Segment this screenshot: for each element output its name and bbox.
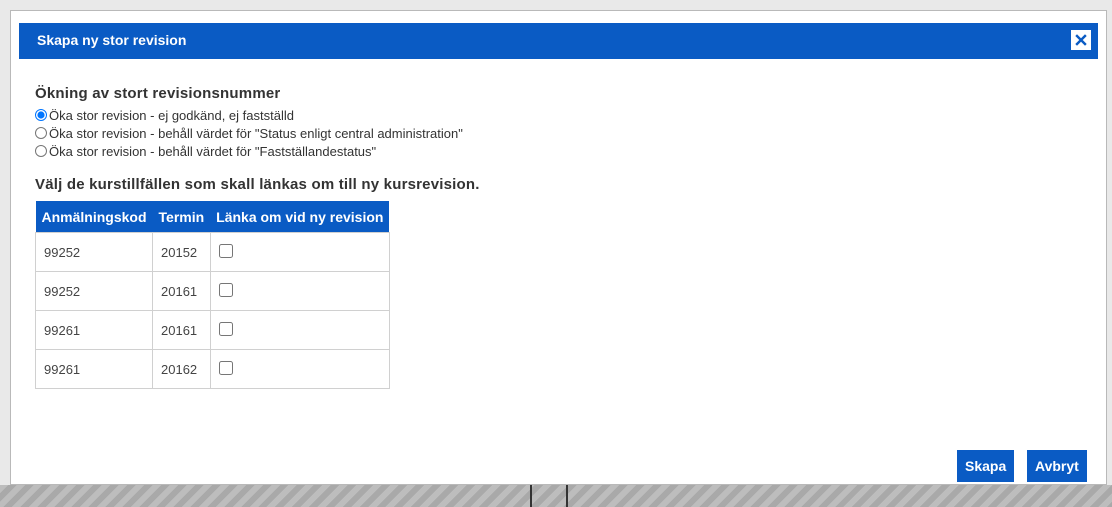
cell-relink [209,349,390,389]
background-divider [566,485,568,507]
dialog-content: Ökning av stort revisionsnummer Öka stor… [34,85,1086,389]
cell-code: 99261 [34,349,154,389]
dialog-titlebar: Skapa ny stor revision [19,23,1098,59]
table-header-row: Anmälningskod Termin Länka om vid ny rev… [35,201,390,233]
cell-term: 20161 [152,310,211,350]
table-row: 99252 20161 [34,271,390,311]
revision-option-radio[interactable] [35,109,47,121]
cell-code: 99252 [34,232,154,272]
cell-relink [209,271,390,311]
revision-option-label: Öka stor revision - behåll värdet för "F… [49,143,377,159]
relink-checkbox[interactable] [218,282,233,297]
column-header-term: Termin [152,201,211,233]
revision-option[interactable]: Öka stor revision - behåll värdet för "F… [35,142,1086,160]
cell-relink [209,232,390,272]
dialog-title: Skapa ny stor revision [37,32,187,48]
revision-heading: Ökning av stort revisionsnummer [35,85,281,102]
revision-option-radio[interactable] [35,127,47,139]
table-row: 99252 20152 [34,232,390,272]
cell-term: 20161 [152,271,211,311]
cell-code: 99252 [34,271,154,311]
cell-relink [209,310,390,350]
cell-term: 20162 [152,349,211,389]
revision-option[interactable]: Öka stor revision - ej godkänd, ej fasts… [35,106,1086,124]
close-button[interactable] [1070,29,1092,51]
relink-checkbox[interactable] [218,321,233,336]
course-instance-table: Anmälningskod Termin Länka om vid ny rev… [34,201,390,389]
create-revision-dialog: Skapa ny stor revision Ökning av stort r… [10,10,1107,485]
background-overlay [0,485,1112,507]
revision-option-label: Öka stor revision - behåll värdet för "S… [49,125,463,141]
column-header-code: Anmälningskod [35,201,153,233]
revision-option-radio[interactable] [35,145,47,157]
revision-option-list: Öka stor revision - ej godkänd, ej fasts… [35,106,1086,160]
table-row: 99261 20161 [34,310,390,350]
relink-checkbox[interactable] [218,360,233,375]
cell-term: 20152 [152,232,211,272]
create-button[interactable]: Skapa [957,450,1015,482]
column-header-relink: Länka om vid ny revision [210,201,390,233]
cancel-button[interactable]: Avbryt [1027,450,1087,482]
revision-option-label: Öka stor revision - ej godkänd, ej fasts… [49,107,294,123]
background-divider [530,485,532,507]
revision-option[interactable]: Öka stor revision - behåll värdet för "S… [35,124,1086,142]
table-row: 99261 20162 [34,349,390,389]
link-heading: Välj de kurstillfällen som skall länkas … [35,176,480,193]
cell-code: 99261 [34,310,154,350]
table-body: 99252 20152 99252 20161 99261 20161 99261 20162 [34,232,390,389]
relink-checkbox[interactable] [218,243,233,258]
close-icon [1075,34,1087,46]
